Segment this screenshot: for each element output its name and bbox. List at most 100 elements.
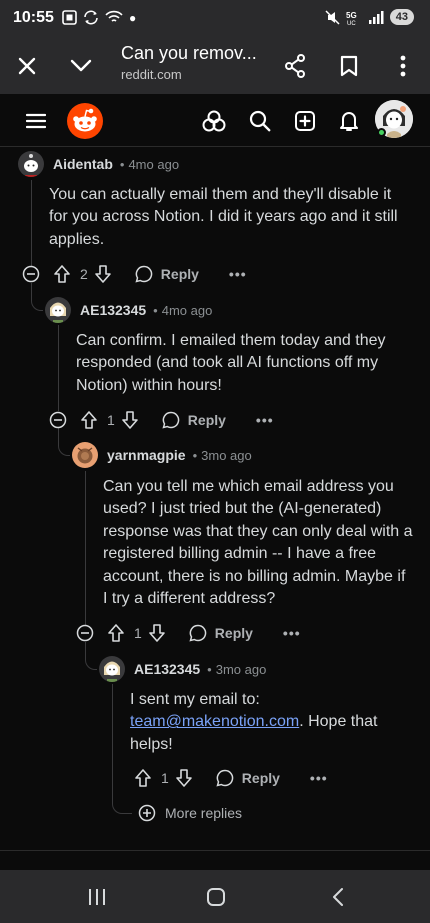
signal-icon [368, 10, 384, 24]
minimize-button[interactable] [63, 48, 99, 84]
hamburger-menu-button[interactable] [21, 106, 51, 136]
downvote-button[interactable] [148, 623, 166, 643]
commenter-avatar[interactable] [45, 297, 71, 323]
upvote-button[interactable] [53, 264, 71, 284]
comment-header: AE132345 • 4mo ago [45, 297, 212, 323]
upvote-icon [108, 624, 124, 642]
status-icons-right: 5G UC 43 [325, 9, 414, 25]
upvote-button[interactable] [107, 623, 125, 643]
reply-label: Reply [160, 266, 199, 282]
commenter-avatar[interactable] [18, 151, 44, 177]
comment-header: yarnmagpie • 3mo ago [72, 442, 252, 468]
more-options-button[interactable]: ••• [283, 625, 301, 641]
collapse-button[interactable] [22, 265, 40, 283]
comment-author[interactable]: AE132345 [134, 661, 200, 677]
share-button[interactable] [277, 48, 313, 84]
comment-age: 4mo ago [128, 156, 180, 172]
battery-icon: 43 [389, 9, 414, 25]
notifications-button[interactable] [334, 106, 364, 136]
status-bar: 10:55 ● 5G UC 43 [0, 0, 430, 38]
comment-text-prefix: I sent my email to: [130, 691, 260, 708]
downvote-icon [121, 411, 138, 429]
divider [0, 850, 430, 851]
browser-toolbar: Can you remov... reddit.com [0, 38, 430, 94]
home-button[interactable] [201, 882, 231, 912]
reply-bubble-icon [135, 265, 153, 283]
upvote-button[interactable] [80, 410, 98, 430]
back-icon [333, 888, 343, 906]
more-replies-label: More replies [165, 805, 243, 821]
vote-count: 1 [107, 412, 115, 428]
plus-circle-icon [138, 804, 156, 822]
collapse-button[interactable] [49, 411, 67, 429]
reddit-header [0, 94, 430, 147]
downvote-button[interactable] [94, 264, 112, 284]
search-button[interactable] [245, 106, 275, 136]
downvote-icon [175, 769, 192, 787]
bell-icon [340, 112, 358, 131]
commenter-avatar[interactable] [99, 656, 125, 682]
communities-icon [202, 110, 226, 132]
downvote-button[interactable] [121, 410, 139, 430]
bookmark-button[interactable] [331, 48, 367, 84]
bookmark-icon [340, 55, 358, 77]
recent-apps-button[interactable] [82, 882, 112, 912]
recent-apps-icon [89, 889, 105, 905]
upvote-icon [54, 265, 70, 283]
collapse-icon [49, 411, 67, 429]
communities-button[interactable] [199, 106, 229, 136]
reply-button[interactable]: Reply [189, 624, 253, 642]
status-time: 10:55 [13, 9, 54, 26]
chevron-down-icon [70, 59, 92, 72]
back-button[interactable] [323, 882, 353, 912]
reddit-snoo-icon [73, 108, 97, 132]
upvote-button[interactable] [134, 768, 152, 788]
reply-bubble-icon [162, 411, 180, 429]
reply-button[interactable]: Reply [135, 265, 199, 283]
separator-dot: • [192, 447, 198, 463]
comment-author[interactable]: AE132345 [80, 302, 146, 318]
reply-label: Reply [241, 770, 280, 786]
comment-author[interactable]: Aidentab [53, 156, 113, 172]
online-status-indicator [377, 128, 386, 137]
page-url: reddit.com [121, 67, 182, 82]
thread-connector [85, 642, 97, 670]
close-button[interactable] [9, 48, 45, 84]
more-options-button[interactable]: ••• [256, 412, 274, 428]
commenter-avatar[interactable] [72, 442, 98, 468]
email-link[interactable]: team@makenotion.com [130, 713, 299, 730]
more-options-button[interactable]: ••• [229, 266, 247, 282]
thread-line [31, 180, 32, 266]
downvote-button[interactable] [175, 768, 193, 788]
thread-line [85, 471, 86, 625]
more-replies-button[interactable]: More replies [138, 804, 242, 822]
share-icon [285, 54, 305, 78]
collapse-icon [76, 624, 94, 642]
comment-header: AE132345 • 3mo ago [99, 656, 266, 682]
more-vertical-icon [400, 55, 406, 77]
comment-header: Aidentab • 4mo ago [18, 151, 179, 177]
search-icon [249, 110, 271, 132]
sync-icon [84, 10, 98, 25]
thread-connector [112, 789, 132, 814]
page-title: Can you remov... [121, 43, 257, 63]
collapse-button[interactable] [76, 624, 94, 642]
reddit-logo[interactable] [67, 103, 103, 139]
vote-count: 1 [134, 625, 142, 641]
avatar-image [18, 151, 44, 177]
reply-button[interactable]: Reply [162, 411, 226, 429]
reply-button[interactable]: Reply [216, 769, 280, 787]
more-options-button[interactable]: ••• [310, 770, 328, 786]
plus-square-icon [295, 111, 315, 131]
comment-author[interactable]: yarnmagpie [107, 447, 186, 463]
close-icon [18, 57, 36, 75]
overflow-menu-button[interactable] [385, 48, 421, 84]
comment-age: 4mo ago [161, 302, 213, 318]
comment-actions: 1 Reply ••• [76, 621, 301, 645]
system-navigation-bar [0, 870, 430, 923]
reply-label: Reply [214, 625, 253, 641]
create-post-button[interactable] [290, 106, 320, 136]
thread-connector [31, 283, 43, 311]
svg-text:5G: 5G [346, 11, 357, 20]
comment-age: 3mo ago [215, 661, 267, 677]
